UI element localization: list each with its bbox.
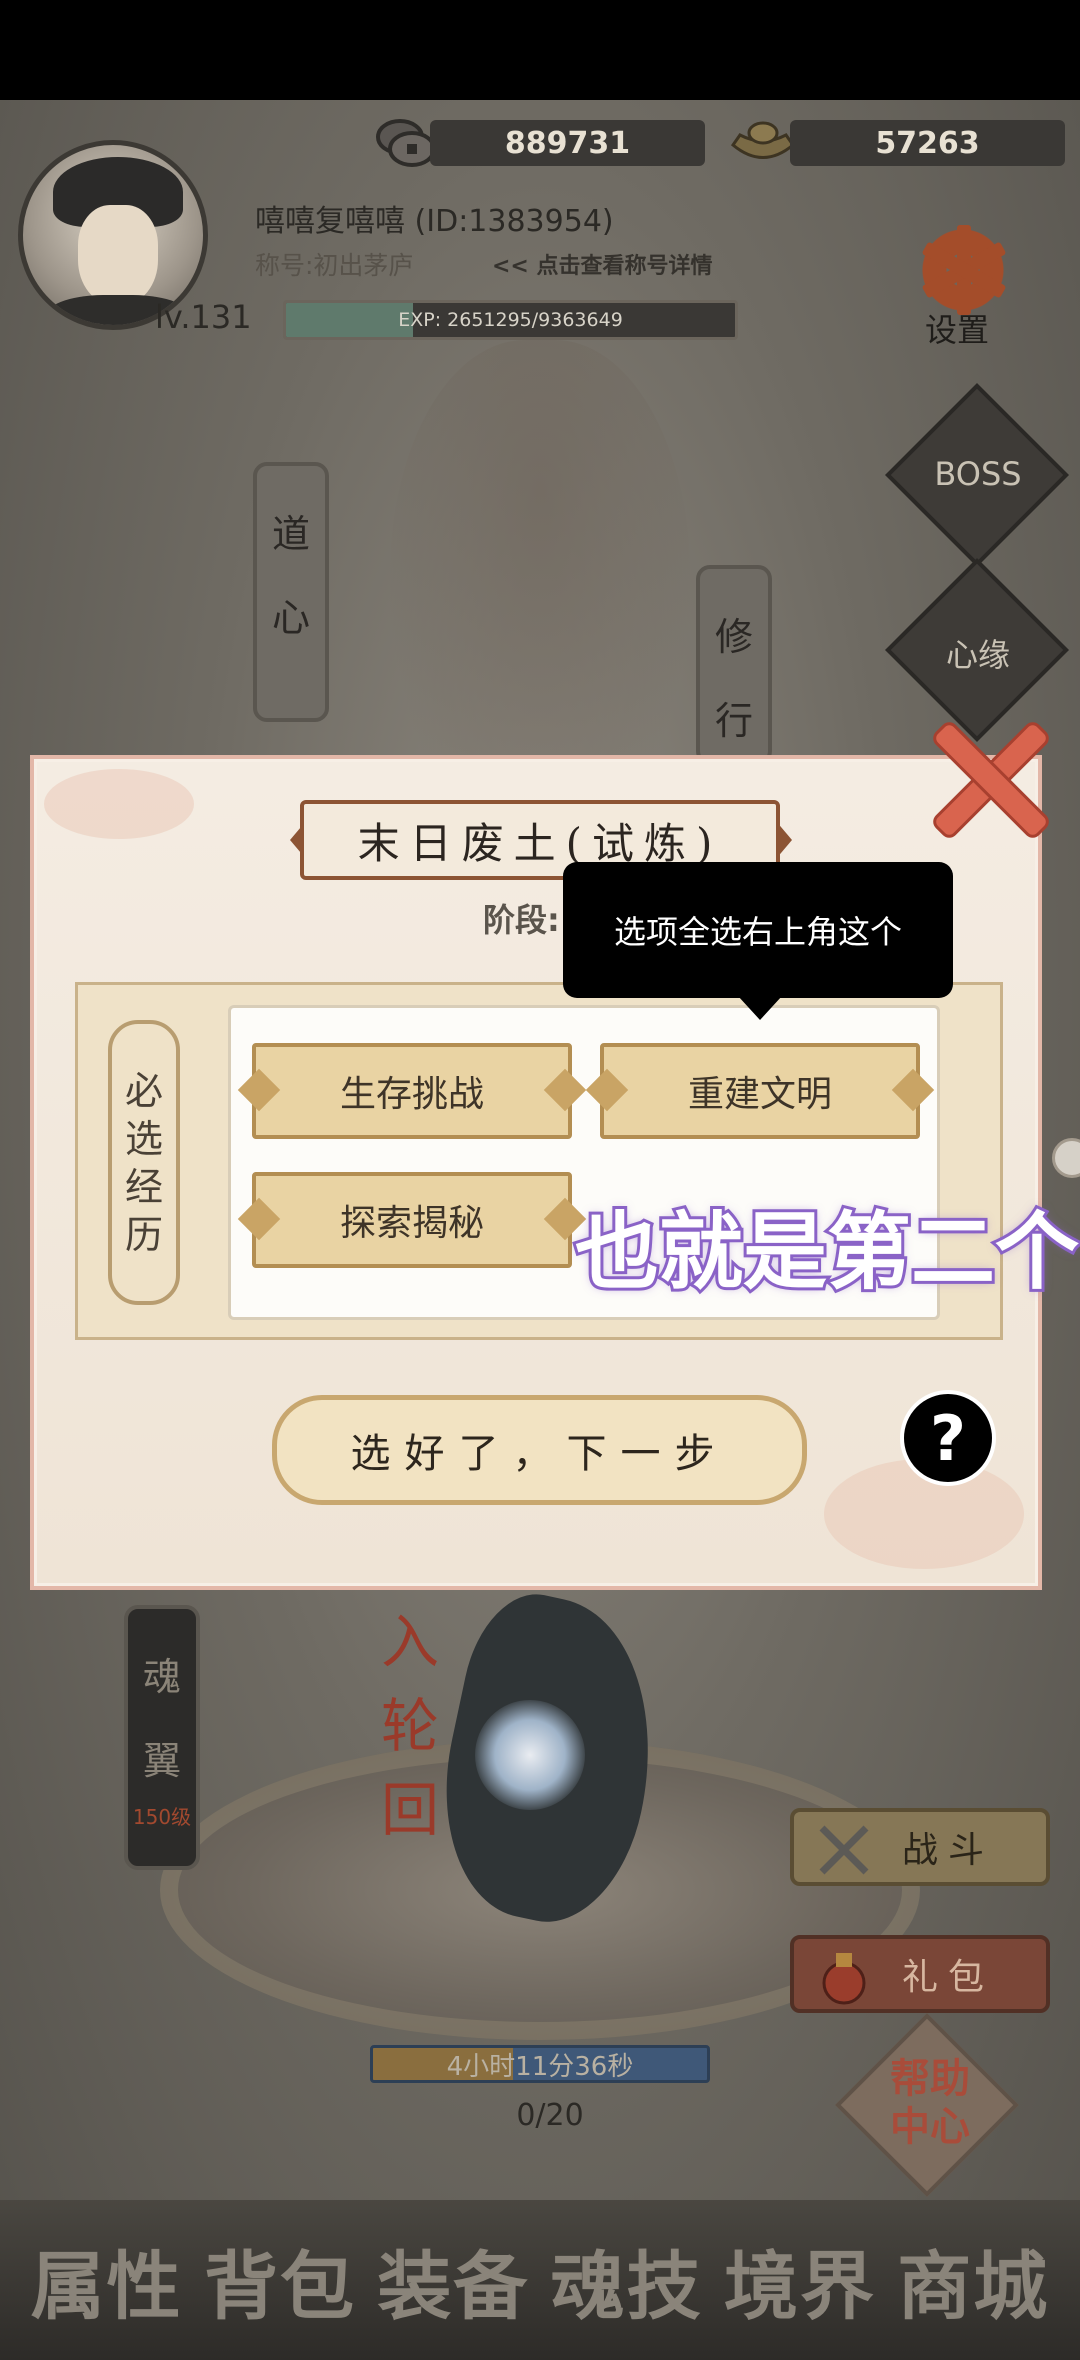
nav-soul-skills[interactable]: 魂技 bbox=[551, 2227, 703, 2334]
reincarnation-char: 轮 bbox=[380, 1692, 439, 1760]
option-survival-challenge[interactable]: 生存挑战 bbox=[252, 1043, 572, 1139]
crossed-swords-icon bbox=[819, 1825, 869, 1875]
progress-count: 0/20 bbox=[516, 2098, 584, 2133]
timer-text: 4小时11分36秒 bbox=[446, 2051, 634, 2082]
player-title: 称号:初出茅庐 bbox=[255, 251, 414, 280]
option-label: 重建文明 bbox=[687, 1074, 832, 1115]
title-details-link[interactable]: << 点击查看称号详情 bbox=[492, 248, 713, 280]
avatar-face bbox=[78, 205, 158, 305]
required-experience-label: 必 选 经 历 bbox=[108, 1020, 180, 1305]
reincarnation-text[interactable]: 入 轮 回 bbox=[370, 1600, 450, 1852]
tab-char: 道 bbox=[271, 512, 310, 556]
required-char: 必 bbox=[124, 1068, 163, 1113]
status-bar-area bbox=[0, 0, 1080, 100]
video-caption: 也就是第二个 bbox=[572, 1200, 1080, 1304]
tab-char: 翼 bbox=[142, 1739, 181, 1783]
nav-shop[interactable]: 商城 bbox=[897, 2227, 1049, 2334]
tab-char: 行 bbox=[714, 699, 753, 743]
battle-button[interactable]: 战斗 bbox=[790, 1808, 1050, 1886]
tooltip-arrow bbox=[738, 996, 782, 1020]
nav-realm[interactable]: 境界 bbox=[724, 2227, 876, 2334]
cloud-decoration bbox=[44, 769, 194, 839]
required-char: 选 bbox=[124, 1116, 163, 1161]
battle-label: 战斗 bbox=[901, 1830, 994, 1871]
option-label: 生存挑战 bbox=[339, 1074, 484, 1115]
nav-attributes[interactable]: 属性 bbox=[31, 2227, 183, 2334]
soul-wing-level: 150级 bbox=[132, 1805, 192, 1829]
exp-text: EXP: 2651295/9363649 bbox=[398, 309, 623, 331]
player-name: 嘻嘻复嘻嘻 (ID:1383954) bbox=[255, 204, 614, 239]
required-char: 经 bbox=[124, 1164, 163, 1209]
option-label: 探索揭秘 bbox=[339, 1203, 484, 1244]
tab-char: 魂 bbox=[142, 1655, 181, 1699]
bottom-nav: 属性 背包 装备 魂技 境界 商城 bbox=[0, 2200, 1080, 2360]
help-center-label: 帮助 中心 bbox=[870, 2055, 990, 2151]
reincarnation-char: 入 bbox=[380, 1608, 439, 1676]
dao-heart-tab[interactable]: 道 心 bbox=[253, 462, 329, 722]
boss-label: BOSS bbox=[934, 455, 1022, 493]
exp-bar: EXP: 2651295/9363649 bbox=[283, 300, 738, 340]
gold-amount: 57263 bbox=[790, 120, 1065, 166]
guide-tooltip: 选项全选右上角这个 bbox=[563, 862, 953, 998]
nav-equipment[interactable]: 装备 bbox=[377, 2227, 529, 2334]
gift-button[interactable]: 礼包 bbox=[790, 1935, 1050, 2013]
heart-fate-label: 心缘 bbox=[945, 636, 1010, 674]
required-char: 历 bbox=[124, 1212, 163, 1257]
help-center-line: 中心 bbox=[890, 2103, 970, 2150]
option-explore-secrets[interactable]: 探索揭秘 bbox=[252, 1172, 572, 1268]
option-rebuild-civilization[interactable]: 重建文明 bbox=[600, 1043, 920, 1139]
gift-bag-icon bbox=[822, 1953, 866, 2005]
gold-ingot-icon bbox=[730, 121, 796, 159]
help-center-line: 帮助 bbox=[890, 2055, 970, 2102]
stage-label: 阶段: bbox=[483, 901, 560, 939]
cultivation-tab[interactable]: 修 行 bbox=[696, 565, 772, 765]
tab-char: 修 bbox=[714, 615, 753, 659]
gift-label: 礼包 bbox=[901, 1957, 994, 1998]
soul-wing-tab[interactable]: 魂 翼 150级 bbox=[124, 1605, 200, 1870]
next-step-button[interactable]: 选好了，下一步 bbox=[272, 1395, 807, 1505]
glowing-orb bbox=[475, 1700, 585, 1810]
nav-backpack[interactable]: 背包 bbox=[204, 2227, 356, 2334]
settings-label[interactable]: 设置 bbox=[925, 305, 989, 351]
gear-icon[interactable] bbox=[918, 225, 1008, 315]
timer-bar: 4小时11分36秒 bbox=[370, 2045, 710, 2083]
close-icon[interactable] bbox=[925, 715, 1055, 845]
reincarnation-char: 回 bbox=[380, 1776, 439, 1844]
player-level: lv.131 bbox=[155, 298, 252, 336]
silver-amount: 889731 bbox=[430, 120, 705, 166]
help-icon[interactable]: ? bbox=[900, 1390, 996, 1486]
tab-char: 心 bbox=[271, 596, 310, 640]
